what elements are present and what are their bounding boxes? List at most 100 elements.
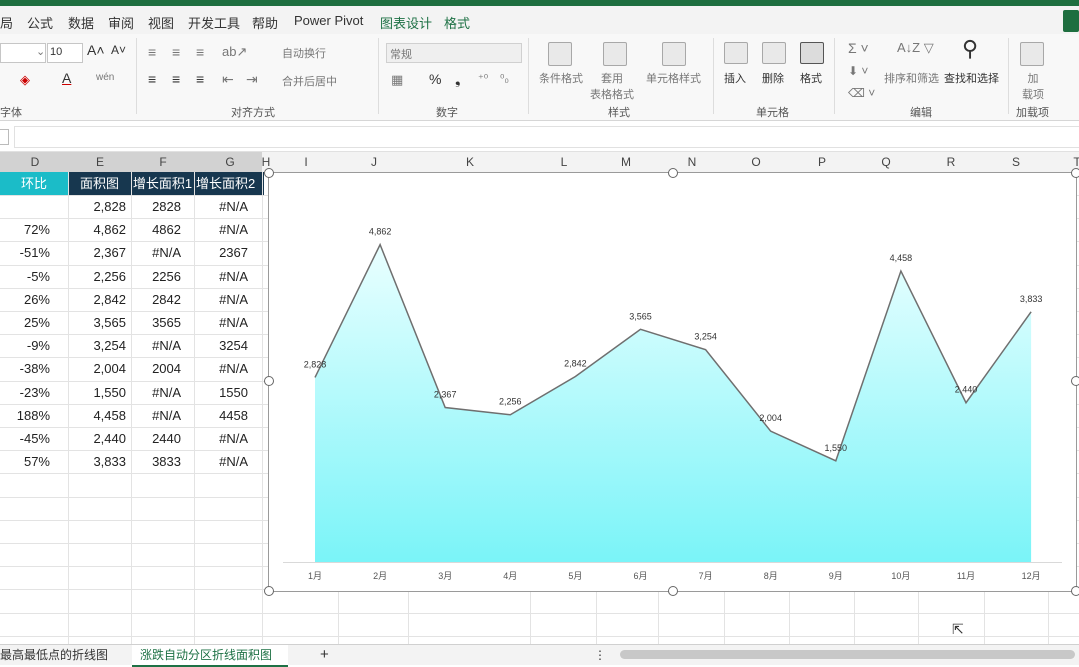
resize-handle[interactable]	[668, 168, 678, 178]
menu-formulas[interactable]: 公式	[27, 13, 53, 32]
conditional-format-icon[interactable]	[548, 42, 572, 66]
comments-button[interactable]	[1063, 10, 1079, 32]
table-cell[interactable]: 1,550	[68, 382, 126, 404]
orientation-icon[interactable]: ab↗	[222, 44, 247, 60]
table-cell[interactable]: 2828	[131, 196, 181, 218]
fill-down-icon[interactable]: ⬇ ˅	[848, 64, 868, 78]
table-cell[interactable]: 4458	[194, 405, 248, 427]
column-header-q[interactable]: Q	[876, 155, 896, 169]
data-label[interactable]: 2,256	[499, 397, 522, 407]
column-header-k[interactable]: K	[460, 155, 480, 169]
resize-handle[interactable]	[1071, 168, 1079, 178]
resize-handle[interactable]	[264, 376, 274, 386]
table-cell[interactable]: #N/A	[194, 428, 248, 450]
table-cell[interactable]: 2,256	[68, 266, 126, 288]
align-center-icon[interactable]: ≡	[172, 71, 180, 87]
data-label[interactable]: 3,833	[1020, 294, 1043, 304]
column-header-d[interactable]: D	[25, 155, 45, 169]
column-header-m[interactable]: M	[616, 155, 636, 169]
table-cell[interactable]: 3,565	[68, 312, 126, 334]
increase-font-icon[interactable]: A˄	[87, 42, 105, 58]
data-label[interactable]: 2,367	[434, 389, 457, 399]
data-label[interactable]: 3,254	[694, 332, 717, 342]
table-cell[interactable]: 2,367	[68, 242, 126, 264]
menu-data[interactable]: 数据	[68, 13, 94, 32]
table-cell[interactable]: 3,833	[68, 451, 126, 473]
resize-handle[interactable]	[1071, 586, 1079, 596]
menu-chart-design[interactable]: 图表设计	[380, 13, 432, 32]
column-header-i[interactable]: I	[296, 155, 316, 169]
table-cell[interactable]: 3,254	[68, 335, 126, 357]
data-label[interactable]: 2,440	[955, 385, 978, 395]
merge-center-button[interactable]: 合并后居中	[282, 73, 337, 89]
area-series[interactable]	[315, 244, 1032, 563]
delete-cells-icon[interactable]	[762, 42, 786, 64]
table-cell[interactable]: 2,828	[68, 196, 126, 218]
menu-format[interactable]: 格式	[444, 13, 470, 32]
clear-icon[interactable]: ⌫ ˅	[848, 86, 875, 100]
table-cell[interactable]: #N/A	[131, 382, 181, 404]
table-cell[interactable]: 2004	[131, 358, 181, 380]
column-header-f[interactable]: F	[153, 155, 173, 169]
column-header-h[interactable]: H	[256, 155, 276, 169]
table-cell[interactable]: -51%	[0, 242, 50, 264]
align-bottom-icon[interactable]: ≡	[196, 44, 204, 60]
column-header-n[interactable]: N	[682, 155, 702, 169]
table-cell[interactable]: 188%	[0, 405, 50, 427]
column-header-j[interactable]: J	[364, 155, 384, 169]
autosum-icon[interactable]: Σ ˅	[848, 40, 869, 56]
add-sheet-button[interactable]: +	[320, 645, 329, 665]
align-top-icon[interactable]: ≡	[148, 44, 156, 60]
column-header-t[interactable]: T	[1067, 155, 1079, 169]
decrease-decimal-icon[interactable]: ⁰₀	[500, 72, 509, 85]
data-label[interactable]: 4,458	[890, 253, 913, 263]
table-cell[interactable]: #N/A	[194, 451, 248, 473]
increase-decimal-icon[interactable]: ⁺⁰	[478, 72, 488, 85]
data-label[interactable]: 4,862	[369, 227, 392, 237]
table-cell[interactable]: -9%	[0, 335, 50, 357]
menu-view[interactable]: 视图	[148, 13, 174, 32]
data-label[interactable]: 2,842	[564, 358, 587, 368]
table-cell[interactable]: 2,440	[68, 428, 126, 450]
table-cell[interactable]: #N/A	[131, 405, 181, 427]
table-cell[interactable]: 2367	[194, 242, 248, 264]
table-cell[interactable]: 2440	[131, 428, 181, 450]
align-right-icon[interactable]: ≡	[196, 71, 204, 87]
table-cell[interactable]: 26%	[0, 289, 50, 311]
menu-power-pivot[interactable]: Power Pivot	[294, 13, 363, 28]
table-cell[interactable]: #N/A	[194, 358, 248, 380]
cell-style-icon[interactable]	[662, 42, 686, 66]
accounting-format-icon[interactable]: ▦	[391, 72, 403, 88]
table-cell[interactable]: 1550	[194, 382, 248, 404]
data-label[interactable]: 2,828	[304, 359, 327, 369]
table-cell[interactable]: #N/A	[194, 219, 248, 241]
comma-style-icon[interactable]: ❟	[455, 71, 461, 88]
data-label[interactable]: 3,565	[629, 311, 652, 321]
table-cell[interactable]: 4862	[131, 219, 181, 241]
column-header-l[interactable]: L	[554, 155, 574, 169]
table-cell[interactable]: 2,842	[68, 289, 126, 311]
menu-layout[interactable]: 局	[0, 13, 13, 32]
phonetic-icon[interactable]: wén	[96, 72, 114, 83]
menu-help[interactable]: 帮助	[252, 13, 278, 32]
table-cell[interactable]: 3833	[131, 451, 181, 473]
resize-handle[interactable]	[1071, 376, 1079, 386]
table-cell[interactable]: -38%	[0, 358, 50, 380]
header-cell-mom[interactable]: 环比	[0, 172, 68, 195]
decrease-indent-icon[interactable]: ⇤	[222, 71, 234, 88]
table-cell[interactable]: 2842	[131, 289, 181, 311]
insert-cells-icon[interactable]	[724, 42, 748, 64]
table-cell[interactable]: 2,004	[68, 358, 126, 380]
header-cell-area[interactable]: 面积图	[68, 172, 131, 195]
table-cell[interactable]: 25%	[0, 312, 50, 334]
table-cell[interactable]: -45%	[0, 428, 50, 450]
column-header-e[interactable]: E	[90, 155, 110, 169]
table-cell[interactable]: 4,862	[68, 219, 126, 241]
table-cell[interactable]: 4,458	[68, 405, 126, 427]
increase-indent-icon[interactable]: ⇥	[246, 71, 258, 88]
column-header-o[interactable]: O	[746, 155, 766, 169]
addins-icon[interactable]	[1020, 42, 1044, 66]
table-cell[interactable]: 3565	[131, 312, 181, 334]
decrease-font-icon[interactable]: A˅	[111, 43, 126, 57]
table-format-icon[interactable]	[603, 42, 627, 66]
